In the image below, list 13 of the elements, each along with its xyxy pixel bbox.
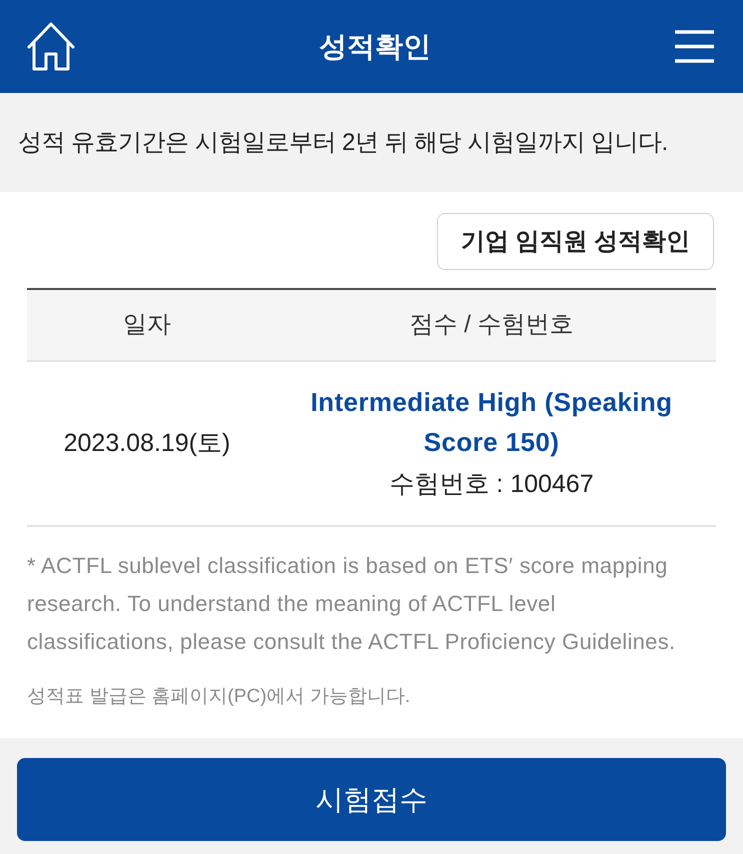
score-text: Intermediate High (Speaking Score 150) [310, 386, 674, 458]
home-icon[interactable] [27, 22, 75, 72]
menu-icon[interactable] [675, 30, 714, 63]
column-header: 일자 [123, 310, 171, 340]
exam-number: 수험번호 : 100467 [389, 468, 594, 500]
note-text: * ACTFL sublevel classification is based on ETS′ score mapping research. To understand the meaning of ACTFL level classifications, please consult the ACTFL Proficiency Guidelines. [27, 552, 676, 656]
column-header: 점수 / 수험번호 [409, 310, 574, 340]
note-text: 성적표 발급은 홈페이지(PC)에서 가능합니다. [27, 685, 412, 709]
apply-exam-button[interactable]: 시험접수 [17, 758, 726, 841]
page-title: 성적확인 [319, 32, 431, 60]
validity-notice: 성적 유효기간은 시험일로부터 2년 뒤 해당 시험일까지 입니다. [18, 128, 668, 158]
date-cell-text: 2023.08.19(토) [64, 428, 230, 459]
corporate-score-button[interactable]: 기업 임직원 성적확인 [437, 213, 714, 270]
